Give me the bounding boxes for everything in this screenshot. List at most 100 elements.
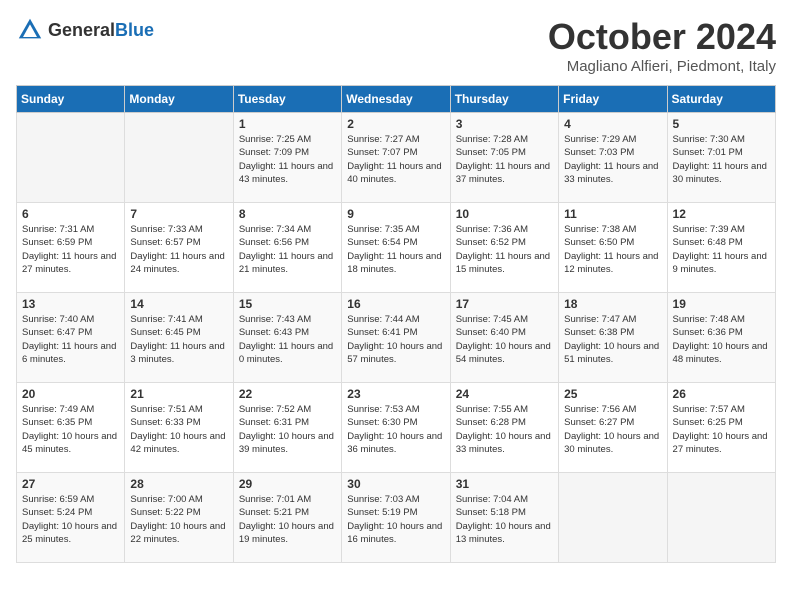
cell-info: Sunrise: 7:03 AM Sunset: 5:19 PM Dayligh… (347, 493, 444, 546)
calendar-cell: 13Sunrise: 7:40 AM Sunset: 6:47 PM Dayli… (17, 293, 125, 383)
cell-info: Sunrise: 7:41 AM Sunset: 6:45 PM Dayligh… (130, 313, 227, 366)
calendar-cell: 10 Sunrise: 7:36 AM Sunset: 6:52 PM Dayli… (450, 203, 558, 293)
cell-info: Sunrise: 7:53 AM Sunset: 6:30 PM Dayligh… (347, 403, 444, 456)
cell-info: Sunrise: 7:51 AM Sunset: 6:33 PM Dayligh… (130, 403, 227, 456)
logo-blue-text: Blue (115, 20, 154, 40)
calendar-cell (125, 113, 233, 203)
calendar-cell: 2 Sunrise: 7:27 AM Sunset: 7:07 PM Daylig… (342, 113, 450, 203)
cell-info: Sunrise: 7:55 AM Sunset: 6:28 PM Dayligh… (456, 403, 553, 456)
calendar-cell: 8Sunrise: 7:34 AM Sunset: 6:56 PM Daylig… (233, 203, 341, 293)
day-number: 25 (564, 387, 661, 401)
day-number: 22 (239, 387, 336, 401)
calendar-cell: 12 Sunrise: 7:39 AM Sunset: 6:48 PM Dayli… (667, 203, 775, 293)
cell-info: Sunrise: 7:45 AM Sunset: 6:40 PM Dayligh… (456, 313, 553, 366)
cell-info: Sunrise: 7:28 AM Sunset: 7:05 PM Dayligh… (456, 133, 553, 186)
day-number: 15 (239, 297, 336, 311)
cell-info: Sunrise: 7:33 AM Sunset: 6:57 PM Dayligh… (130, 223, 227, 276)
cell-info: Sunrise: 7:25 AM Sunset: 7:09 PM Dayligh… (239, 133, 336, 186)
day-number: 14 (130, 297, 227, 311)
month-title: October 2024 (548, 16, 776, 58)
calendar-cell: 17 Sunrise: 7:45 AM Sunset: 6:40 PM Dayli… (450, 293, 558, 383)
cell-info: Sunrise: 7:44 AM Sunset: 6:41 PM Dayligh… (347, 313, 444, 366)
day-number: 16 (347, 297, 444, 311)
day-number: 11 (564, 207, 661, 221)
cell-info: Sunrise: 7:04 AM Sunset: 5:18 PM Dayligh… (456, 493, 553, 546)
cell-info: Sunrise: 7:01 AM Sunset: 5:21 PM Dayligh… (239, 493, 336, 546)
calendar-cell (17, 113, 125, 203)
calendar-cell: 25 Sunrise: 7:56 AM Sunset: 6:27 PM Dayli… (559, 383, 667, 473)
calendar-cell: 18 Sunrise: 7:47 AM Sunset: 6:38 PM Dayli… (559, 293, 667, 383)
page-header: GeneralBlue October 2024 Magliano Alfier… (16, 16, 776, 75)
day-number: 19 (673, 297, 770, 311)
calendar-table: SundayMondayTuesdayWednesdayThursdayFrid… (16, 85, 776, 563)
calendar-cell: 1 Sunrise: 7:25 AM Sunset: 7:09 PM Daylig… (233, 113, 341, 203)
col-header-wednesday: Wednesday (342, 86, 450, 113)
day-number: 31 (456, 477, 553, 491)
calendar-cell: 5 Sunrise: 7:30 AM Sunset: 7:01 PM Daylig… (667, 113, 775, 203)
calendar-cell (667, 473, 775, 563)
week-row-5: 27 Sunrise: 6:59 AM Sunset: 5:24 PM Dayli… (17, 473, 776, 563)
day-number: 24 (456, 387, 553, 401)
day-number: 10 (456, 207, 553, 221)
calendar-cell: 16 Sunrise: 7:44 AM Sunset: 6:41 PM Dayli… (342, 293, 450, 383)
day-number: 5 (673, 117, 770, 131)
cell-info: Sunrise: 7:52 AM Sunset: 6:31 PM Dayligh… (239, 403, 336, 456)
cell-info: Sunrise: 7:43 AM Sunset: 6:43 PM Dayligh… (239, 313, 336, 366)
cell-info: Sunrise: 7:00 AM Sunset: 5:22 PM Dayligh… (130, 493, 227, 546)
cell-info: Sunrise: 7:49 AM Sunset: 6:35 PM Dayligh… (22, 403, 119, 456)
logo: GeneralBlue (16, 16, 154, 44)
calendar-cell: 31 Sunrise: 7:04 AM Sunset: 5:18 PM Dayli… (450, 473, 558, 563)
cell-info: Sunrise: 7:39 AM Sunset: 6:48 PM Dayligh… (673, 223, 770, 276)
day-number: 4 (564, 117, 661, 131)
calendar-cell: 15 Sunrise: 7:43 AM Sunset: 6:43 PM Dayli… (233, 293, 341, 383)
cell-info: Sunrise: 7:47 AM Sunset: 6:38 PM Dayligh… (564, 313, 661, 366)
cell-info: Sunrise: 7:35 AM Sunset: 6:54 PM Dayligh… (347, 223, 444, 276)
calendar-cell: 30Sunrise: 7:03 AM Sunset: 5:19 PM Dayli… (342, 473, 450, 563)
calendar-cell: 20Sunrise: 7:49 AM Sunset: 6:35 PM Dayli… (17, 383, 125, 473)
cell-info: Sunrise: 7:38 AM Sunset: 6:50 PM Dayligh… (564, 223, 661, 276)
day-number: 17 (456, 297, 553, 311)
calendar-cell (559, 473, 667, 563)
cell-info: Sunrise: 7:36 AM Sunset: 6:52 PM Dayligh… (456, 223, 553, 276)
day-number: 13 (22, 297, 119, 311)
day-number: 28 (130, 477, 227, 491)
week-row-4: 20Sunrise: 7:49 AM Sunset: 6:35 PM Dayli… (17, 383, 776, 473)
calendar-cell: 24 Sunrise: 7:55 AM Sunset: 6:28 PM Dayli… (450, 383, 558, 473)
calendar-cell: 28 Sunrise: 7:00 AM Sunset: 5:22 PM Dayli… (125, 473, 233, 563)
cell-info: Sunrise: 7:30 AM Sunset: 7:01 PM Dayligh… (673, 133, 770, 186)
logo-icon (16, 16, 44, 44)
logo-general-text: General (48, 20, 115, 40)
day-number: 2 (347, 117, 444, 131)
calendar-cell: 23 Sunrise: 7:53 AM Sunset: 6:30 PM Dayli… (342, 383, 450, 473)
day-number: 27 (22, 477, 119, 491)
col-header-monday: Monday (125, 86, 233, 113)
day-number: 8 (239, 207, 336, 221)
calendar-cell: 19 Sunrise: 7:48 AM Sunset: 6:36 PM Dayli… (667, 293, 775, 383)
calendar-cell: 29Sunrise: 7:01 AM Sunset: 5:21 PM Dayli… (233, 473, 341, 563)
calendar-cell: 7 Sunrise: 7:33 AM Sunset: 6:57 PM Daylig… (125, 203, 233, 293)
day-number: 12 (673, 207, 770, 221)
calendar-cell: 3Sunrise: 7:28 AM Sunset: 7:05 PM Daylig… (450, 113, 558, 203)
day-number: 7 (130, 207, 227, 221)
calendar-cell: 6Sunrise: 7:31 AM Sunset: 6:59 PM Daylig… (17, 203, 125, 293)
cell-info: Sunrise: 7:27 AM Sunset: 7:07 PM Dayligh… (347, 133, 444, 186)
day-number: 1 (239, 117, 336, 131)
cell-info: Sunrise: 7:56 AM Sunset: 6:27 PM Dayligh… (564, 403, 661, 456)
location-title: Magliano Alfieri, Piedmont, Italy (548, 58, 776, 75)
cell-info: Sunrise: 6:59 AM Sunset: 5:24 PM Dayligh… (22, 493, 119, 546)
col-header-tuesday: Tuesday (233, 86, 341, 113)
calendar-cell: 4 Sunrise: 7:29 AM Sunset: 7:03 PM Daylig… (559, 113, 667, 203)
calendar-cell: 26Sunrise: 7:57 AM Sunset: 6:25 PM Dayli… (667, 383, 775, 473)
day-number: 23 (347, 387, 444, 401)
cell-info: Sunrise: 7:48 AM Sunset: 6:36 PM Dayligh… (673, 313, 770, 366)
day-number: 18 (564, 297, 661, 311)
calendar-cell: 14 Sunrise: 7:41 AM Sunset: 6:45 PM Dayli… (125, 293, 233, 383)
week-row-2: 6Sunrise: 7:31 AM Sunset: 6:59 PM Daylig… (17, 203, 776, 293)
col-header-saturday: Saturday (667, 86, 775, 113)
calendar-cell: 22 Sunrise: 7:52 AM Sunset: 6:31 PM Dayli… (233, 383, 341, 473)
calendar-cell: 9Sunrise: 7:35 AM Sunset: 6:54 PM Daylig… (342, 203, 450, 293)
col-header-friday: Friday (559, 86, 667, 113)
cell-info: Sunrise: 7:29 AM Sunset: 7:03 PM Dayligh… (564, 133, 661, 186)
col-header-sunday: Sunday (17, 86, 125, 113)
day-number: 21 (130, 387, 227, 401)
